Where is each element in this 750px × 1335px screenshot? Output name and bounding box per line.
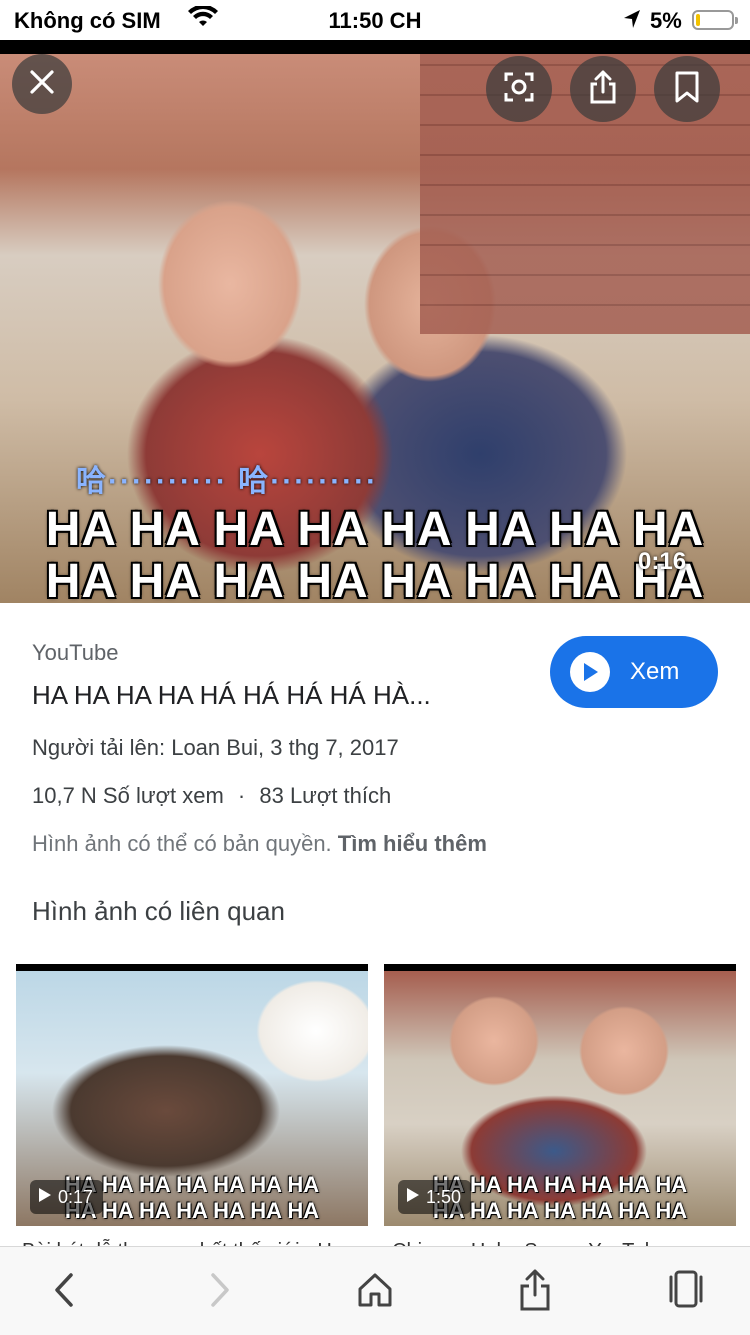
stats-separator: · xyxy=(237,783,246,808)
thumbnail-duration: 1:50 xyxy=(426,1186,462,1207)
play-icon xyxy=(406,1187,420,1208)
video-frame[interactable]: 哈·········· 哈········· HA HA HA HA HA HA… xyxy=(0,54,750,603)
share-icon xyxy=(519,1269,551,1316)
back-button[interactable] xyxy=(34,1267,94,1317)
bookmark-button[interactable] xyxy=(654,56,720,122)
share-button[interactable] xyxy=(570,56,636,122)
battery-percent: 5% xyxy=(650,8,682,33)
view-count: 10,7 N Số lượt xem xyxy=(32,783,224,808)
result-source[interactable]: YouTube xyxy=(32,640,118,666)
copyright-text: Hình ảnh có thể có bản quyền. xyxy=(32,831,332,856)
status-bar: Không có SIM 11:50 CH 5% xyxy=(0,0,750,40)
thumbnail-duration-badge: 0:17 xyxy=(30,1180,104,1214)
result-uploader: Người tải lên: Loan Bui, 3 thg 7, 2017 xyxy=(32,735,399,760)
share-toolbar-button[interactable] xyxy=(505,1267,565,1317)
browser-toolbar xyxy=(0,1246,750,1335)
copyright-notice: Hình ảnh có thể có bản quyền. Tìm hiểu t… xyxy=(32,831,487,857)
related-thumbnail[interactable]: HA HA HA HA HA HA HA HA HA HA HA HA HA H… xyxy=(384,964,736,1226)
bookmark-icon xyxy=(674,71,700,108)
thumbnail-duration: 0:17 xyxy=(58,1186,94,1207)
back-icon xyxy=(52,1272,76,1313)
watch-button[interactable]: Xem xyxy=(550,636,718,708)
tabs-icon xyxy=(666,1269,706,1316)
watch-label: Xem xyxy=(630,658,680,685)
share-icon xyxy=(588,70,618,109)
play-icon xyxy=(570,652,610,692)
location-icon xyxy=(622,8,642,36)
forward-button[interactable] xyxy=(190,1267,250,1317)
image-viewer[interactable]: 哈·········· 哈········· HA HA HA HA HA HA… xyxy=(0,40,750,603)
like-count: 83 Lượt thích xyxy=(259,783,392,808)
close-button[interactable] xyxy=(12,54,72,114)
result-title[interactable]: HA HA HA HA HÁ HÁ HÁ HÁ HÀ... xyxy=(32,680,431,711)
learn-more-link[interactable]: Tìm hiểu thêm xyxy=(338,831,487,856)
result-stats: 10,7 N Số lượt xem · 83 Lượt thích xyxy=(32,783,391,809)
lens-icon xyxy=(503,71,535,108)
thumbnail-duration-badge: 1:50 xyxy=(398,1180,472,1214)
close-icon xyxy=(29,69,55,100)
battery-icon xyxy=(692,10,738,30)
home-button[interactable] xyxy=(345,1267,405,1317)
related-heading: Hình ảnh có liên quan xyxy=(32,896,285,926)
forward-icon xyxy=(208,1272,232,1313)
lyric-notes: 哈·········· 哈········· xyxy=(76,465,379,498)
play-icon xyxy=(38,1187,52,1208)
lens-button[interactable] xyxy=(486,56,552,122)
video-duration: 0:16 xyxy=(638,548,687,575)
related-thumbnail[interactable]: HA HA HA HA HA HA HA HA HA HA HA HA HA H… xyxy=(16,964,368,1226)
home-icon xyxy=(357,1272,393,1313)
tabs-button[interactable] xyxy=(656,1267,716,1317)
